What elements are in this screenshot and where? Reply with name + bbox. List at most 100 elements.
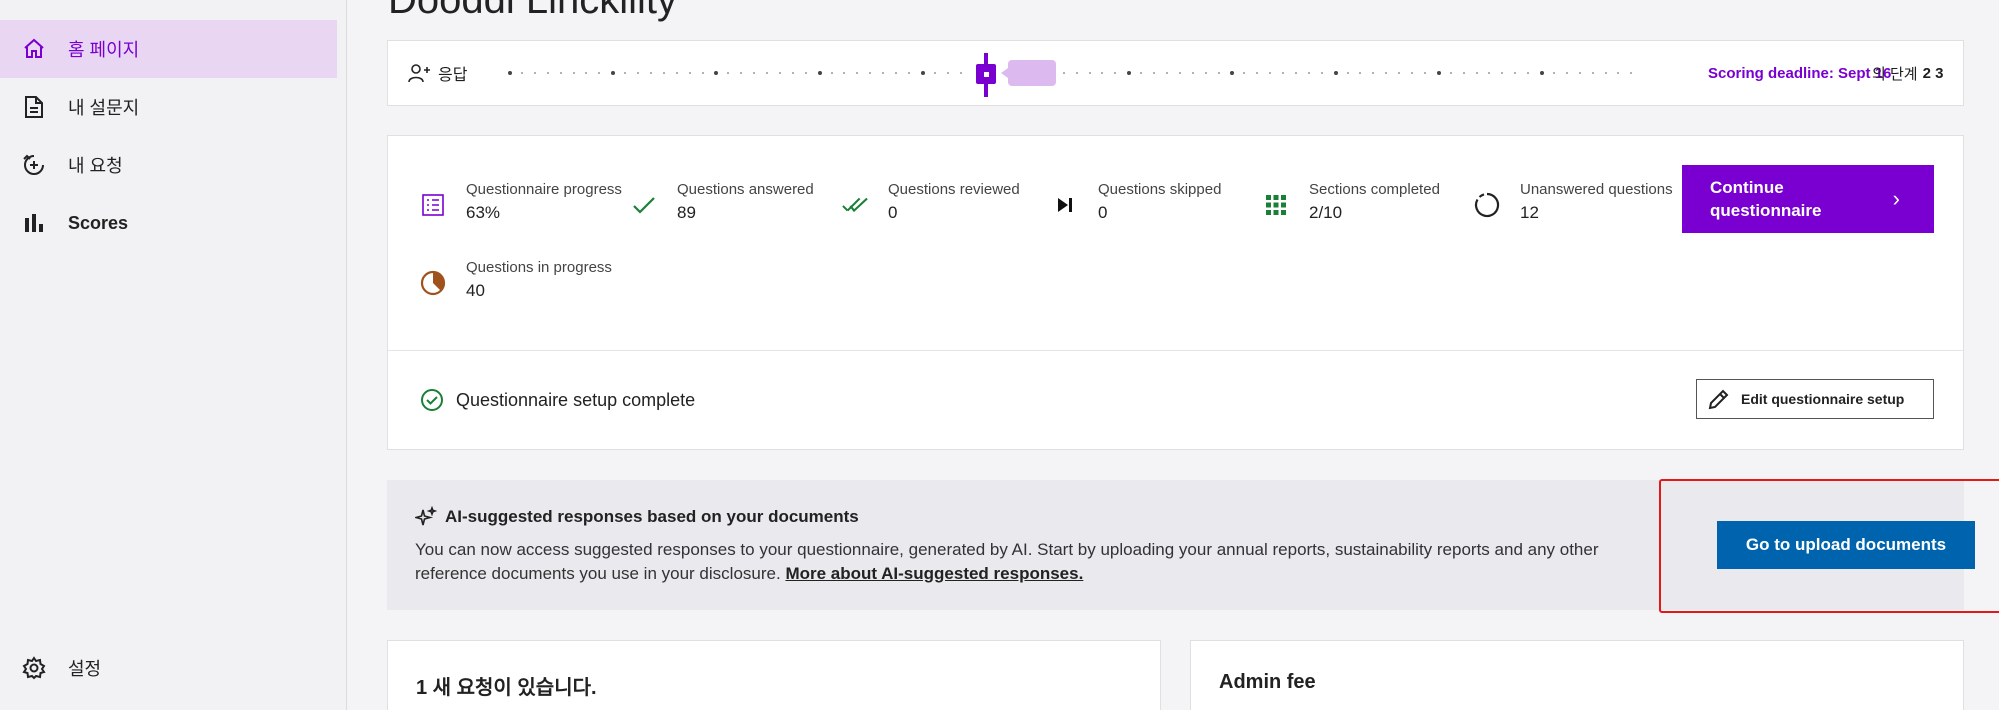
checklist-icon	[420, 192, 446, 218]
timeline-dot	[1178, 72, 1181, 74]
sidebar-item-settings[interactable]: 설정	[0, 639, 337, 697]
double-check-icon	[842, 192, 868, 218]
go-to-upload-documents-button[interactable]: Go to upload documents	[1717, 521, 1975, 569]
timeline-dot	[508, 71, 512, 75]
timeline-dot	[804, 72, 807, 74]
timeline-dot	[856, 72, 859, 74]
timeline-dot	[766, 72, 768, 74]
ai-more-info-link[interactable]: More about AI-suggested responses.	[785, 564, 1083, 583]
edit-questionnaire-setup-button[interactable]: Edit questionnaire setup	[1696, 379, 1934, 419]
timeline-dot	[933, 72, 936, 74]
stat-value: 2/10	[1309, 203, 1343, 222]
timeline-dot	[585, 72, 588, 74]
timeline-dot	[740, 72, 743, 74]
sidebar-item-scores[interactable]: Scores	[0, 194, 337, 252]
sidebar: 홈 페이지 내 설문지 내 요청 Scores 설정	[0, 0, 347, 710]
sidebar-item-label: 홈 페이지	[68, 40, 140, 60]
timeline-dot	[1462, 72, 1465, 74]
scoring-deadline: Scoring deadline: Sept 16	[1708, 64, 1892, 82]
timeline-dot	[1488, 72, 1491, 74]
timeline-dot	[624, 72, 627, 74]
stat-value: 63%	[466, 203, 501, 222]
stat-value: 0	[888, 203, 898, 222]
skip-next-icon	[1052, 192, 1078, 218]
main-content: Dooddi Linckility 응답 Scoring deadline: S…	[347, 0, 1999, 710]
timeline-dot	[1565, 72, 1568, 74]
timeline-dot	[1101, 72, 1104, 74]
stat-value: 0	[1098, 203, 1108, 222]
stat-label: Questionnaire progress	[466, 181, 622, 198]
sidebar-item-questionnaires[interactable]: 내 설문지	[0, 78, 337, 136]
timeline-dot	[1165, 72, 1168, 74]
stat-label: Questions answered	[677, 181, 814, 198]
continue-button-line2: questionnaire	[1710, 201, 1822, 220]
timeline-dot	[559, 72, 562, 74]
timeline-dot	[1294, 72, 1297, 74]
timeline-dot	[1062, 72, 1065, 74]
sidebar-item-label: Scores	[68, 212, 129, 233]
stat-value: 12	[1520, 203, 1539, 222]
timeline-dot	[1398, 72, 1401, 74]
timeline-dot	[546, 72, 549, 74]
stage-timeline[interactable]	[506, 53, 1639, 97]
timeline-dot	[675, 72, 678, 74]
timeline-dot	[1075, 72, 1078, 74]
timeline-dot	[1217, 72, 1220, 74]
sidebar-item-home[interactable]: 홈 페이지	[0, 20, 337, 78]
timeline-dot	[520, 72, 523, 74]
timeline-dot	[1282, 72, 1284, 74]
sidebar-item-requests[interactable]: 내 요청	[0, 136, 337, 194]
timeline-dot	[714, 71, 719, 75]
ai-banner-title-text: AI-suggested responses based on your doc…	[445, 507, 859, 526]
timeline-dot	[959, 72, 962, 74]
continue-button-line1: Continue	[1710, 178, 1784, 197]
sidebar-item-label: 설정	[68, 659, 102, 679]
pencil-icon	[1707, 387, 1731, 411]
timeline-dot	[1630, 72, 1633, 74]
pie-progress-icon	[420, 270, 446, 296]
sparkle-icon	[415, 506, 437, 528]
timeline-dot	[1514, 72, 1517, 74]
stat-questions-reviewed: Questions reviewed 0	[842, 180, 1020, 226]
timeline-dot	[1256, 72, 1259, 74]
timeline-dot	[1578, 72, 1581, 74]
timeline-dot	[1449, 72, 1452, 74]
timeline-dot	[1204, 72, 1207, 74]
timeline-dot	[895, 72, 897, 74]
grid-icon	[1263, 192, 1289, 218]
timeline-dot	[1230, 71, 1235, 75]
admin-fee-card: Admin fee	[1190, 640, 1964, 710]
timeline-dot	[1191, 72, 1194, 74]
timeline-current-marker[interactable]	[976, 64, 996, 84]
continue-questionnaire-button[interactable]: Continue questionnaire ›	[1682, 165, 1934, 233]
timeline-dot	[1552, 72, 1555, 74]
sidebar-item-label: 내 요청	[68, 156, 123, 176]
timeline-dot	[882, 72, 885, 74]
timeline-dot	[688, 72, 691, 74]
stat-questions-in-progress: Questions in progress 40	[420, 258, 612, 304]
timeline-dot	[778, 72, 781, 74]
chevron-right-icon: ›	[1892, 186, 1900, 211]
new-requests-card: 1 새 요청이 있습니다.	[387, 640, 1161, 710]
timeline-dot	[1423, 72, 1426, 74]
timeline-dot	[1385, 72, 1388, 74]
ai-suggestions-banner: AI-suggested responses based on your doc…	[387, 479, 1999, 613]
timeline-dot	[598, 72, 601, 74]
circle-dashed-icon	[1474, 192, 1500, 218]
timeline-dot	[611, 71, 616, 75]
ai-banner-description: You can now access suggested responses t…	[415, 538, 1625, 586]
timeline-dot	[920, 71, 925, 75]
card-divider	[388, 350, 1963, 351]
document-icon	[20, 93, 48, 121]
timeline-dot	[1436, 71, 1441, 75]
stage-label-text: 응답	[438, 67, 468, 84]
questionnaire-progress-card: Questionnaire progress 63% Questions ans…	[387, 135, 1964, 450]
timeline-dot	[662, 72, 665, 74]
stat-value: 89	[677, 203, 696, 222]
stage-count-prefix: 의 단계	[1872, 65, 1918, 83]
timeline-dot	[1243, 72, 1246, 74]
home-icon	[20, 35, 48, 63]
ai-banner-title: AI-suggested responses based on your doc…	[415, 506, 859, 528]
timeline-dot	[1346, 72, 1349, 74]
timeline-dot	[843, 72, 846, 74]
